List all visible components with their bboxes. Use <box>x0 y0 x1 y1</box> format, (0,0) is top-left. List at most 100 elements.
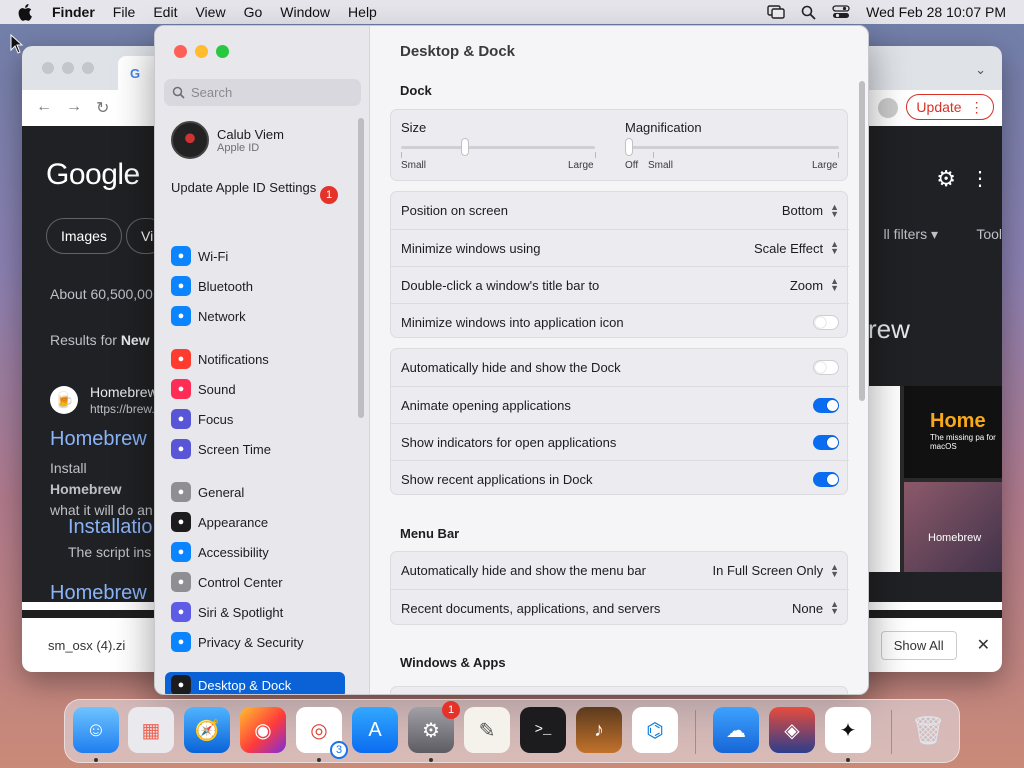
sidebar-item-screen-time[interactable]: ● Screen Time <box>165 436 345 462</box>
appearance-icon: ● <box>171 512 191 532</box>
autohide-dock-toggle[interactable] <box>813 360 839 375</box>
menu-edit[interactable]: Edit <box>153 4 177 20</box>
notification-badge: 1 <box>320 186 338 204</box>
menu-finder[interactable]: Finder <box>52 4 95 20</box>
system-settings-app-icon[interactable]: ⚙ 1 <box>408 701 460 753</box>
sidebar-item-focus[interactable]: ● Focus <box>165 406 345 432</box>
position-select[interactable]: Bottom ▲ ▼ <box>782 202 839 218</box>
close-icon[interactable]: ✕ <box>977 635 990 655</box>
download-file[interactable]: sm_osx (4).zi <box>48 638 125 653</box>
sidebar-item-desktop-dock[interactable]: ● Desktop & Dock <box>165 672 345 694</box>
result-link[interactable]: Homebrew <box>50 428 147 451</box>
sidebar-item-sound[interactable]: ● Sound <box>165 376 345 402</box>
screen-mirroring-icon[interactable] <box>767 5 785 19</box>
menu-window[interactable]: Window <box>280 4 330 20</box>
minimize-into-icon-row: Minimize windows into application icon <box>391 303 849 340</box>
vscode-app-icon[interactable]: ⌬ <box>632 707 678 753</box>
sidebar-item-bluetooth[interactable]: ● Bluetooth <box>165 273 345 299</box>
size-slider-knob[interactable] <box>461 138 470 156</box>
speaker-icon: ● <box>171 379 191 399</box>
menu-view[interactable]: View <box>195 4 225 20</box>
menu-help[interactable]: Help <box>348 4 377 20</box>
tools[interactable]: Tool <box>976 226 1002 242</box>
indicators-row: Show indicators for open applications <box>391 423 849 460</box>
trash-icon[interactable]: 🗑 <box>905 707 951 753</box>
sidebar-item-accessibility[interactable]: ● Accessibility <box>165 539 345 565</box>
sidebar-scrollbar[interactable] <box>358 118 364 418</box>
arcade-app-icon[interactable]: ◈ <box>769 707 815 753</box>
result-snippet: Install Homebrew what it will do an <box>50 460 153 518</box>
search-icon <box>172 86 185 99</box>
firefox-app-icon[interactable]: ◉ <box>240 707 286 753</box>
chrome-window-controls[interactable] <box>42 62 94 74</box>
sidebar-item-appearance[interactable]: ● Appearance <box>165 509 345 535</box>
cat-app-icon[interactable]: ✦ <box>825 707 871 753</box>
launchpad-app-icon[interactable]: ▦ <box>128 707 174 753</box>
weather-app-icon[interactable]: ☁ <box>713 707 759 753</box>
sidebar-item-privacy-security[interactable]: ● Privacy & Security <box>165 629 345 655</box>
profile-icon[interactable] <box>878 98 898 118</box>
sidebar-item-general[interactable]: ● General <box>165 479 345 505</box>
recent-docs-select[interactable]: None ▲ ▼ <box>792 600 839 616</box>
forward-icon[interactable]: → <box>66 98 82 118</box>
app-store-app-icon[interactable]: A <box>352 707 398 753</box>
spotlight-search-icon[interactable] <box>801 5 816 20</box>
gear-icon[interactable]: ⚙ <box>936 166 956 192</box>
back-icon[interactable]: ← <box>36 98 52 118</box>
finder-app-icon[interactable]: ☺ <box>73 707 119 753</box>
size-slider[interactable] <box>401 146 595 149</box>
chevron-down-icon[interactable]: ⌄ <box>975 62 986 78</box>
garageband-app-icon[interactable]: ♪ <box>576 707 622 753</box>
menu-file[interactable]: File <box>113 4 136 20</box>
globe-icon: ● <box>171 306 191 326</box>
animate-apps-toggle[interactable] <box>813 397 839 413</box>
recent-apps-toggle[interactable] <box>813 471 839 487</box>
control-center-icon[interactable] <box>832 5 850 19</box>
search-input[interactable]: Search <box>164 79 361 106</box>
google-logo[interactable]: Google <box>46 158 140 192</box>
textedit-app-icon[interactable]: ✎ <box>464 707 510 753</box>
double-click-row: Double-click a window's title bar to Zoo… <box>391 266 849 303</box>
sidebar-item-label: Privacy & Security <box>198 634 304 650</box>
menubar-autohide-select[interactable]: In Full Screen Only ▲ ▼ <box>713 562 839 578</box>
content-scrollbar[interactable] <box>859 81 865 401</box>
chrome-app-icon[interactable]: ◎ 3 <box>296 707 348 759</box>
zoom-window-button[interactable] <box>216 45 229 58</box>
terminal-app-icon[interactable]: >_ <box>520 707 566 753</box>
all-filters[interactable]: ll filters ▾ <box>884 226 938 243</box>
dock-behavior-card: Automatically hide and show the Dock Ani… <box>390 348 849 495</box>
safari-app-icon[interactable]: 🧭 <box>184 707 230 753</box>
show-all-button[interactable]: Show All <box>880 630 957 660</box>
homebrew-favicon-icon: 🍺 <box>50 386 78 414</box>
position-row: Position on screen Bottom ▲ ▼ <box>401 201 839 219</box>
sidebar-item-notifications[interactable]: ● Notifications <box>165 346 345 372</box>
sidebar-item-wi-fi[interactable]: ● Wi-Fi <box>165 243 345 269</box>
knowledge-images[interactable]: Home The missing pa for macOS Homebrew <box>868 386 1002 572</box>
clock[interactable]: Wed Feb 28 10:07 PM <box>866 4 1006 20</box>
chrome-update-button[interactable]: Update ⋮ <box>906 94 994 120</box>
reload-icon[interactable]: ↻ <box>96 98 109 118</box>
indicators-toggle[interactable] <box>813 434 839 450</box>
close-window-button[interactable] <box>174 45 187 58</box>
menu-go[interactable]: Go <box>244 4 263 20</box>
apps-icon[interactable]: ⋮ <box>970 166 990 191</box>
apple-id-account[interactable]: Calub Viem Apple ID <box>171 121 284 159</box>
site-name[interactable]: Homebrew <box>90 384 158 400</box>
minimize-window-button[interactable] <box>195 45 208 58</box>
site-url[interactable]: https://brew. <box>90 402 155 416</box>
minimize-select[interactable]: Scale Effect ▲ ▼ <box>754 240 839 256</box>
sidebar-item-network[interactable]: ● Network <box>165 303 345 329</box>
accessibility-icon: ● <box>171 542 191 562</box>
sublink-installation[interactable]: Installatio <box>68 516 153 539</box>
images-chip[interactable]: Images <box>46 218 122 254</box>
magnification-slider-knob[interactable] <box>625 138 633 156</box>
sidebar-item-label: Bluetooth <box>198 278 253 294</box>
update-apple-id-item[interactable]: Update Apple ID Settings <box>171 180 341 196</box>
sidebar-item-control-center[interactable]: ● Control Center <box>165 569 345 595</box>
magnification-slider[interactable] <box>625 146 839 149</box>
double-click-select[interactable]: Zoom ▲ ▼ <box>790 277 839 293</box>
minimize-into-icon-toggle[interactable] <box>813 314 839 330</box>
apple-menu-icon[interactable] <box>18 3 38 21</box>
sidebar-item-siri-spotlight[interactable]: ● Siri & Spotlight <box>165 599 345 625</box>
siri-icon: ● <box>171 602 191 622</box>
